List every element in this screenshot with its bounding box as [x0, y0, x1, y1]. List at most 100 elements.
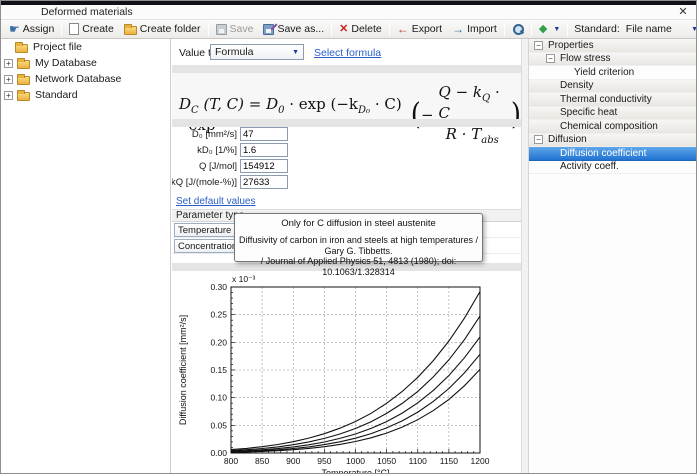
kq-input[interactable] [240, 175, 288, 189]
folder-icon [124, 26, 137, 35]
create-folder-button[interactable]: Create folder [119, 21, 206, 38]
chart-area: 800850900950100010501100115012000.000.05… [172, 271, 521, 474]
svg-text:950: 950 [317, 456, 331, 466]
field-row-kd0: kD₀ [1/%] [172, 143, 521, 159]
import-button[interactable]: → Import [447, 21, 502, 38]
tree-item-diffusion-coefficient[interactable]: Diffusion coefficient [529, 147, 697, 161]
assign-icon: ☛ [9, 24, 20, 34]
tree-item-density[interactable]: Density [529, 80, 697, 94]
tree-item-properties[interactable]: − Properties [529, 39, 697, 53]
standard-dropdown[interactable]: File name [626, 23, 688, 35]
svg-text:1000: 1000 [346, 456, 365, 466]
tree-item-my-database[interactable]: + My Database [1, 55, 170, 71]
svg-text:1150: 1150 [440, 456, 459, 466]
svg-text:850: 850 [255, 456, 269, 466]
save-as-button[interactable]: Save as... [258, 21, 329, 38]
assign-button[interactable]: ☛ Assign [4, 21, 59, 38]
svg-text:0.30: 0.30 [210, 282, 227, 292]
close-icon[interactable]: ✕ [676, 5, 690, 18]
tree-item-chemical-composition[interactable]: Chemical composition [529, 120, 697, 134]
value-type-row: Value type Formula ▼ Select formula [172, 39, 521, 65]
toolbar-separator [567, 22, 568, 36]
toolbar: ☛ Assign Create Create folder Save Save … [1, 20, 697, 39]
save-as-icon [263, 24, 274, 35]
chevron-down-icon: ▼ [553, 26, 560, 33]
svg-text:900: 900 [286, 456, 300, 466]
svg-text:0.10: 0.10 [210, 393, 227, 403]
d0-label: D₀ [mm²/s] [192, 129, 237, 140]
preview-button[interactable] [507, 21, 529, 38]
gem-icon: ◆ [539, 24, 547, 35]
create-label: Create [82, 23, 114, 35]
toolbar-separator [61, 22, 62, 36]
tree-item-standard[interactable]: + Standard [1, 87, 170, 103]
svg-text:0.20: 0.20 [210, 337, 227, 347]
expand-icon[interactable]: + [4, 59, 13, 68]
import-label: Import [467, 23, 497, 35]
field-row-d0: D₀ [mm²/s] [172, 127, 521, 143]
gem-dropdown-button[interactable]: ◆ ▼ [534, 21, 565, 38]
collapse-icon[interactable]: − [534, 41, 543, 50]
formula-band: DC (T, C) = D0 · exp (−kD₀ · C) · exp ( … [172, 73, 521, 119]
select-formula-link[interactable]: Select formula [314, 47, 381, 59]
tree-item-label: Project file [33, 41, 82, 53]
tree-item-flow-stress[interactable]: − Flow stress [529, 53, 697, 67]
tree-item-yield-criterion[interactable]: Yield criterion [529, 66, 697, 80]
q-input[interactable] [240, 159, 288, 173]
tree-item-thermal-conductivity[interactable]: Thermal conductivity [529, 93, 697, 107]
tooltip-title: Only for C diffusion in steel austenite [235, 218, 482, 229]
collapse-icon[interactable]: − [534, 135, 543, 144]
create-button[interactable]: Create [64, 21, 119, 38]
svg-text:1200: 1200 [471, 456, 490, 466]
tree-item-label: Density [560, 80, 593, 91]
panel-splitter[interactable] [521, 39, 529, 474]
folder-icon [17, 60, 30, 69]
tree-item-label: Standard [35, 89, 78, 101]
standard-label: Standard: [574, 23, 620, 35]
tree-item-activity-coeff[interactable]: Activity coeff. [529, 161, 697, 175]
toolbar-separator [504, 22, 505, 36]
delete-label: Delete [351, 23, 381, 35]
parameter-fields: D₀ [mm²/s] kD₀ [1/%] Q [J/mol] kQ [J/(mo… [172, 127, 521, 191]
new-page-icon [69, 23, 79, 35]
expand-icon[interactable]: + [4, 91, 13, 100]
tree-item-label: My Database [35, 57, 97, 69]
collapse-icon[interactable]: − [546, 54, 555, 63]
svg-text:1050: 1050 [377, 456, 396, 466]
tree-item-label: Specific heat [560, 107, 617, 118]
tree-item-label: Chemical composition [560, 121, 658, 132]
kd0-input[interactable] [240, 143, 288, 157]
tree-item-network-database[interactable]: + Network Database [1, 71, 170, 87]
delete-icon: ✕ [339, 24, 348, 35]
value-type-value: Formula [215, 46, 254, 58]
save-button: Save [211, 21, 259, 38]
expand-icon[interactable]: + [4, 75, 13, 84]
save-icon [216, 24, 227, 35]
diffusion-chart: 800850900950100010501100115012000.000.05… [172, 271, 521, 474]
folder-icon [17, 76, 30, 85]
value-type-dropdown[interactable]: Formula ▼ [210, 44, 304, 60]
assign-label: Assign [23, 23, 55, 35]
kq-label: kQ [J/(mole-%)] [172, 177, 237, 188]
tree-item-diffusion[interactable]: − Diffusion [529, 134, 697, 148]
tree-item-label: Activity coeff. [560, 161, 619, 172]
delete-button[interactable]: ✕ Delete [334, 21, 387, 38]
folder-icon [15, 44, 28, 53]
set-default-values-link[interactable]: Set default values [176, 196, 256, 207]
chevron-down-icon: ▼ [691, 26, 697, 33]
q-label: Q [J/mol] [199, 161, 237, 172]
properties-tree-panel: − Properties − Flow stress Yield criteri… [529, 39, 697, 474]
d0-input[interactable] [240, 127, 288, 141]
tree-item-project-file[interactable]: Project file [1, 39, 170, 55]
deformed-materials-window: Deformed materials ✕ ☛ Assign Create Cre… [0, 0, 697, 474]
tree-item-specific-heat[interactable]: Specific heat [529, 107, 697, 121]
toolbar-separator [208, 22, 209, 36]
window-title: Deformed materials [41, 6, 133, 18]
tree-item-label: Flow stress [560, 53, 611, 64]
database-tree-panel: Project file + My Database + Network Dat… [1, 39, 171, 474]
folder-icon [17, 92, 30, 101]
toolbar-separator [389, 22, 390, 36]
export-icon: ← [397, 24, 409, 34]
svg-text:Diffusion coefficient [mm²/s]: Diffusion coefficient [mm²/s] [178, 315, 188, 425]
export-button[interactable]: ← Export [392, 21, 447, 38]
